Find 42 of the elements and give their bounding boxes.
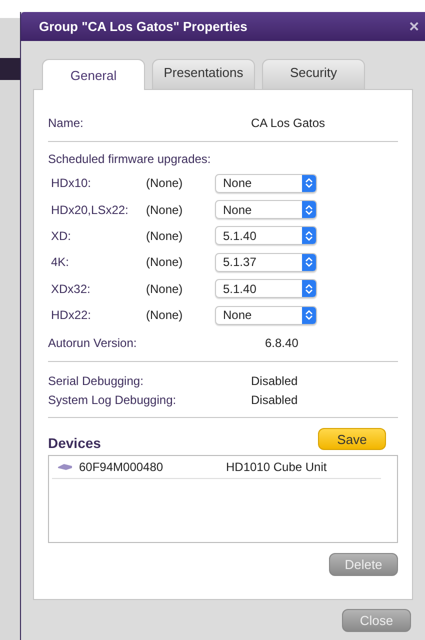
field-value: Disabled <box>251 392 298 407</box>
current-version: (None) <box>146 282 184 296</box>
window-title: Group "CA Los Gatos" Properties <box>39 19 248 34</box>
current-version: (None) <box>146 255 184 270</box>
section-heading: Scheduled firmware upgrades: <box>48 152 212 168</box>
field-value: CA Los Gatos <box>251 116 326 130</box>
version-select[interactable]: 5.1.40 <box>215 226 317 246</box>
model-label: 4K: <box>51 255 70 270</box>
version-select[interactable]: None <box>215 200 317 220</box>
stepper-icon <box>305 282 313 295</box>
version-select[interactable]: None <box>215 174 317 193</box>
field-label: Name: <box>48 116 84 130</box>
current-version: (None) <box>146 228 184 243</box>
stepper-icon <box>305 204 313 216</box>
tab[interactable]: Security <box>262 59 365 89</box>
section-heading: Devices <box>48 435 101 452</box>
model-label: HDx22: <box>51 308 92 322</box>
stepper-icon <box>305 309 313 322</box>
version-select[interactable]: None <box>215 306 317 325</box>
version-select[interactable]: 5.1.37 <box>215 252 317 272</box>
field-label: Autorun Version: <box>48 336 138 350</box>
field-value: 6.8.40 <box>265 336 298 350</box>
tab[interactable]: General <box>42 59 145 90</box>
field-label: System Log Debugging: <box>48 392 178 407</box>
current-version: (None) <box>146 202 184 217</box>
save-button[interactable]: Save <box>318 428 386 450</box>
device-icon <box>57 463 73 472</box>
stepper-icon <box>305 230 313 242</box>
stepper-icon <box>305 177 313 190</box>
current-version: (None) <box>146 308 184 322</box>
model-label: HDx20,LSx22: <box>51 202 130 217</box>
model-label: HDx10: <box>51 176 92 190</box>
tab[interactable]: Presentations <box>152 59 255 89</box>
model-label: XDx32: <box>51 282 92 296</box>
stepper-icon <box>305 256 313 268</box>
header-band <box>0 58 22 80</box>
version-select[interactable]: 5.1.40 <box>215 279 317 298</box>
device-row[interactable]: 60F94M000480 HD1010 Cube Unit <box>52 456 381 480</box>
field-label: Serial Debugging: <box>48 374 144 388</box>
current-version: (None) <box>146 176 184 190</box>
field-value: Disabled <box>251 374 298 388</box>
model-label: XD: <box>51 228 72 243</box>
